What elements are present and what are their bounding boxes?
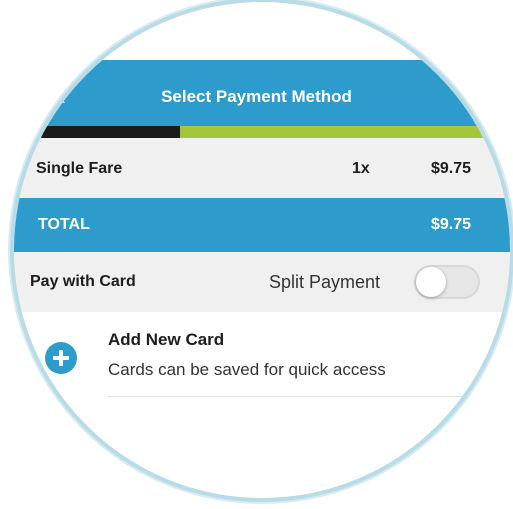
total-label: TOTAL	[38, 216, 90, 233]
fare-quantity: 1x	[352, 160, 370, 177]
fare-name: Single Fare	[36, 160, 123, 177]
fare-price: $9.75	[431, 160, 472, 177]
pay-with-card-label: Pay with Card	[30, 273, 136, 290]
screen: ck Select Payment Method Single Fare 1x …	[14, 2, 510, 498]
progress-bar	[14, 126, 510, 138]
add-card-subtitle: Cards can be saved for quick access	[108, 360, 386, 379]
plus-circle-icon	[45, 342, 77, 374]
progress-bar-fill	[14, 126, 180, 138]
fare-row: Single Fare 1x $9.75	[14, 138, 510, 198]
nav-header: ck Select Payment Method	[14, 60, 510, 126]
divider	[108, 396, 488, 397]
toggle-knob	[416, 267, 446, 297]
split-payment-label: Split Payment	[269, 272, 381, 292]
add-new-card-button[interactable]: Add New Card Cards can be saved for quic…	[14, 312, 510, 402]
total-row: TOTAL $9.75	[14, 198, 510, 252]
split-payment-toggle[interactable]	[414, 265, 480, 299]
payment-options-row: Pay with Card Split Payment	[14, 252, 510, 312]
total-value: $9.75	[431, 216, 472, 233]
add-card-title: Add New Card	[108, 330, 225, 349]
page-title: Select Payment Method	[161, 87, 352, 106]
magnified-view: ck Select Payment Method Single Fare 1x …	[14, 2, 510, 498]
